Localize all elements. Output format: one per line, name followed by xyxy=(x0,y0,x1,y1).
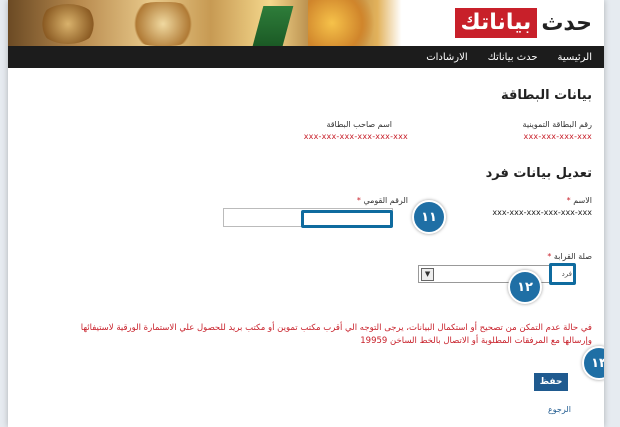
save-button[interactable]: حفظ xyxy=(534,373,568,391)
nav-item-update-data[interactable]: حدث بياناتك xyxy=(488,52,538,63)
banner-food-image xyxy=(38,4,98,44)
relation-label-text: صلة القرابة xyxy=(553,252,592,261)
banner-oil-image xyxy=(308,0,388,46)
header-banner: حدث بياناتك xyxy=(8,0,604,46)
highlight-national-id xyxy=(301,210,393,228)
owner-name-value: xxx-xxx-xxx-xxx-xxx-xxx xyxy=(303,132,408,141)
relation-label: صلة القرابة * xyxy=(547,252,592,261)
logo-word-2: بياناتك xyxy=(454,8,538,38)
name-value: xxx-xxx-xxx-xxx-xxx-xxx xyxy=(492,208,592,217)
help-note: في حالة عدم التمكن من تصحيح أو استكمال ا… xyxy=(80,323,592,346)
name-required-mark: * xyxy=(566,196,571,205)
national-id-label-text: الرقم القومي xyxy=(363,196,408,205)
relation-required-mark: * xyxy=(547,252,552,261)
highlight-relation xyxy=(549,263,576,285)
national-id-label: الرقم القومي * xyxy=(357,196,408,205)
chevron-down-icon[interactable]: ▼ xyxy=(421,267,434,281)
card-number-label: رقم البطاقة التموينية xyxy=(522,120,592,129)
page: حدث بياناتك الرئيسية حدث بياناتك الارشاد… xyxy=(0,0,620,427)
step-badge-12: ١٢ xyxy=(508,270,542,304)
page-card: حدث بياناتك الرئيسية حدث بياناتك الارشاد… xyxy=(8,0,604,427)
national-id-required-mark: * xyxy=(356,196,361,205)
owner-name-label: اسم صاحب البطاقة xyxy=(326,120,392,129)
main-content: بيانات البطاقة رقم البطاقة التموينية xxx… xyxy=(8,68,604,427)
card-number-value: xxx-xxx-xxx-xxx xyxy=(523,132,592,141)
nav-item-guidelines[interactable]: الارشادات xyxy=(426,52,467,63)
step-badge-11: ١١ xyxy=(412,200,446,234)
back-link[interactable]: الرجوع xyxy=(548,405,571,414)
banner-bottle-image xyxy=(252,6,294,46)
card-section-title: بيانات البطاقة xyxy=(500,88,592,103)
member-section-title: تعديل بيانات فرد xyxy=(485,166,592,181)
name-label-text: الاسم xyxy=(573,196,592,205)
logo-word-1: حدث xyxy=(541,10,592,36)
nav-item-home[interactable]: الرئيسية xyxy=(558,52,592,63)
site-logo[interactable]: حدث بياناتك xyxy=(454,8,592,38)
main-nav: الرئيسية حدث بياناتك الارشادات xyxy=(8,46,604,68)
name-label: الاسم * xyxy=(567,196,592,205)
banner-bread-image xyxy=(128,2,198,46)
